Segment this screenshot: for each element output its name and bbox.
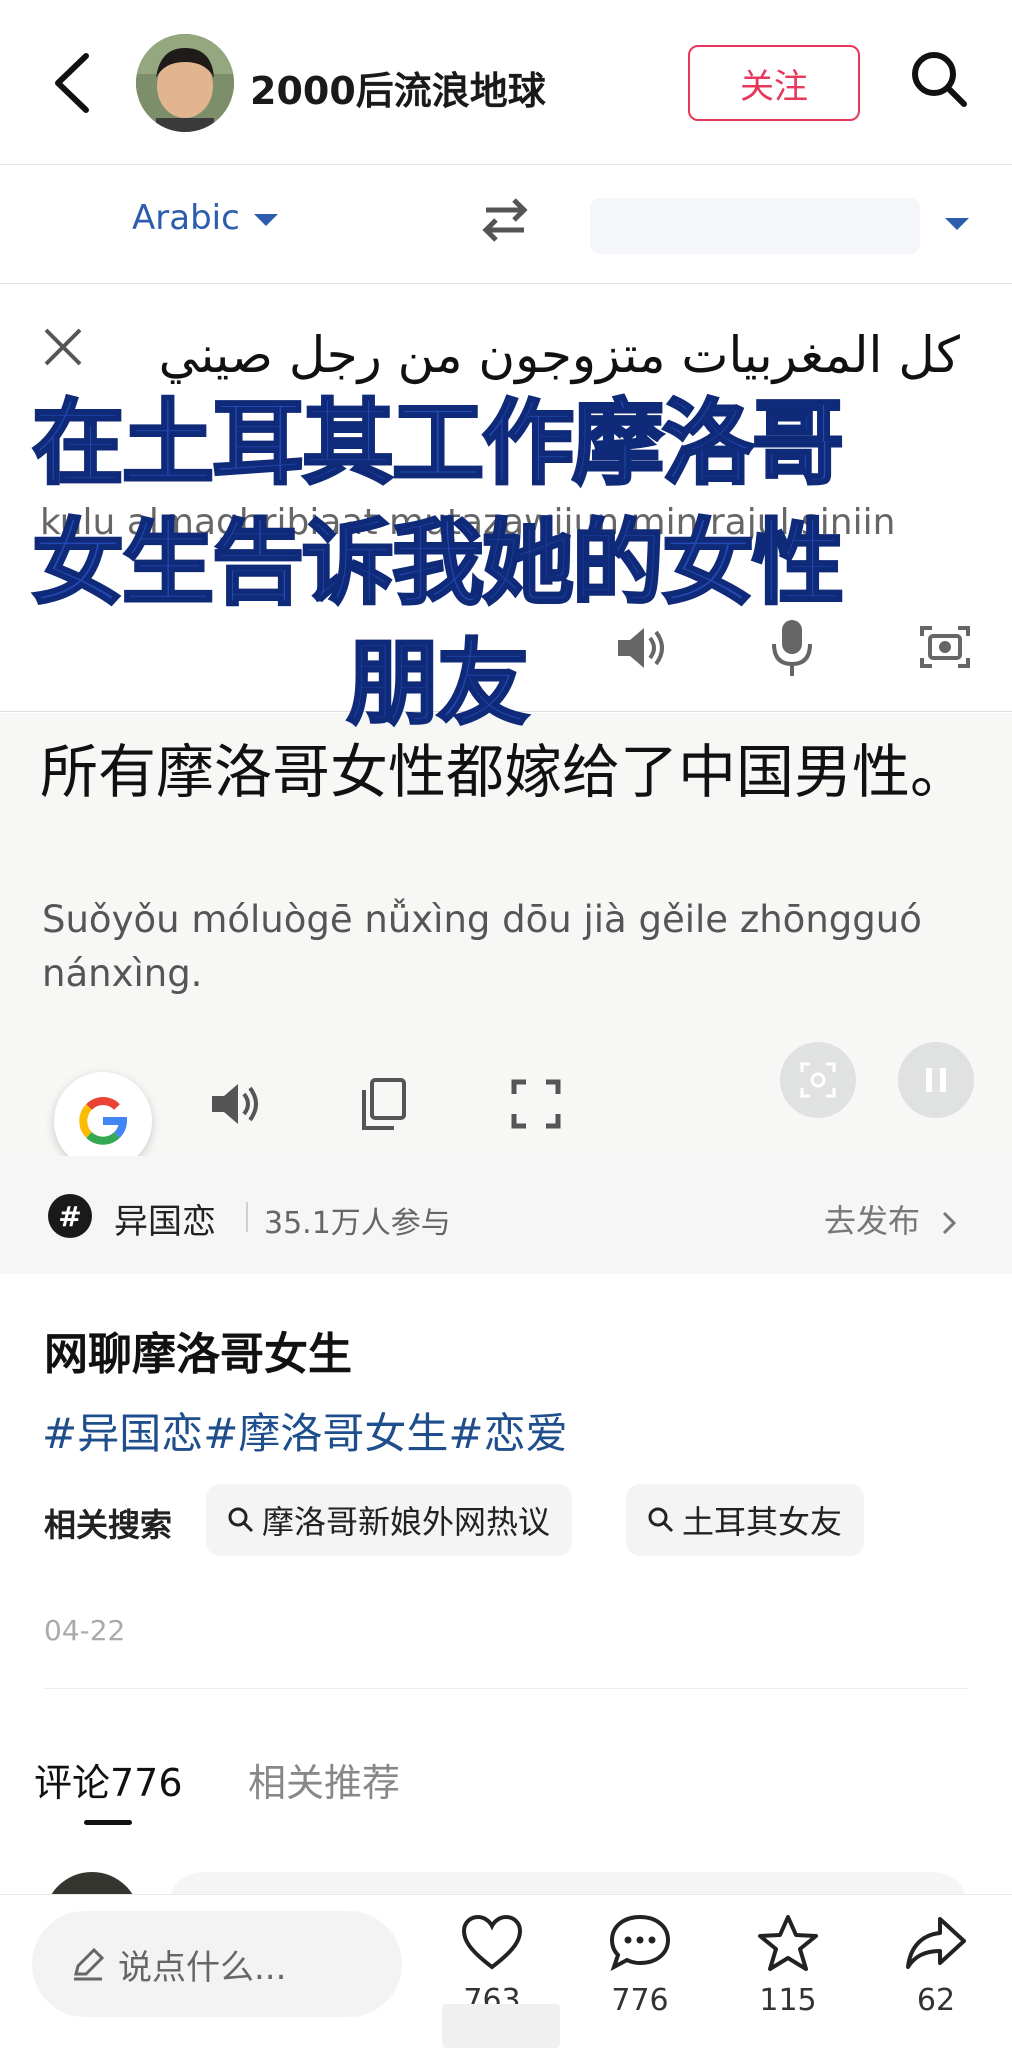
search-icon <box>648 1507 674 1533</box>
screenshot-lens-button[interactable] <box>780 1042 856 1118</box>
translation-output-text: 所有摩洛哥女性都嫁给了中国男性。 <box>40 738 969 806</box>
post-to-topic-link[interactable]: 去发布 <box>824 1196 960 1242</box>
microphone-icon[interactable] <box>768 616 816 680</box>
post-date: 04-22 <box>44 1614 126 1647</box>
copy-icon[interactable] <box>358 1076 410 1132</box>
topic-bar[interactable]: # 异国恋 35.1万人参与 去发布 <box>0 1156 1012 1274</box>
topic-name[interactable]: 异国恋 <box>114 1194 216 1243</box>
related-search-text: 摩洛哥新娘外网热议 <box>262 1503 551 1541</box>
divider <box>44 1688 968 1689</box>
comment-input[interactable]: 说点什么... <box>32 1911 402 2017</box>
tab-comments[interactable]: 评论776 <box>34 1752 183 1807</box>
transliteration-text: kulu almaghribiaat mutazawijun min rajul… <box>40 502 896 543</box>
divider <box>246 1202 248 1232</box>
comment-bubble-icon <box>609 1914 671 1972</box>
caret-down-icon <box>253 213 278 226</box>
author-avatar[interactable] <box>136 34 234 132</box>
share-button[interactable]: 62 <box>886 1913 986 2018</box>
share-arrow-icon <box>906 1917 966 1969</box>
related-search-text: 土耳其女友 <box>682 1503 843 1541</box>
like-button[interactable]: 763 <box>442 1913 542 2018</box>
caret-down-icon[interactable] <box>945 218 969 230</box>
related-search-chip[interactable]: 摩洛哥新娘外网热议 <box>206 1484 573 1556</box>
favorite-button[interactable]: 115 <box>738 1913 838 2018</box>
search-icon <box>228 1507 254 1533</box>
chevron-right-icon <box>943 1211 957 1235</box>
post-to-topic-label: 去发布 <box>824 1202 921 1240</box>
search-icon[interactable] <box>908 48 970 110</box>
lens-icon <box>800 1062 836 1098</box>
active-tab-indicator <box>84 1820 132 1825</box>
speaker-icon[interactable] <box>206 1076 262 1132</box>
post-title: 网聊摩洛哥女生 <box>44 1329 352 1380</box>
comment-input-placeholder: 说点什么... <box>118 1947 287 1988</box>
favorite-count: 115 <box>759 1983 817 2018</box>
comment-count: 776 <box>611 1983 669 2018</box>
share-count: 62 <box>916 1983 956 2018</box>
source-text-area: كل المغربيات متزوجون من رجل صيني kulu al… <box>0 284 1012 712</box>
translation-output-area: 所有摩洛哥女性都嫁给了中国男性。 Suǒyǒu móluògē nǚxìng d… <box>0 713 1012 1156</box>
heart-icon <box>461 1914 523 1970</box>
pause-icon <box>926 1068 946 1092</box>
source-language-selector[interactable]: Arabic <box>132 198 278 238</box>
pause-button[interactable] <box>898 1042 974 1118</box>
source-arabic-text[interactable]: كل المغربيات متزوجون من رجل صيني <box>120 312 960 398</box>
swap-languages-icon[interactable] <box>478 194 532 244</box>
author-name[interactable]: 2000后流浪地球 <box>250 60 546 115</box>
follow-button[interactable]: 关注 <box>688 45 860 121</box>
tab-related-recommendations[interactable]: 相关推荐 <box>248 1752 400 1807</box>
hashtag-icon: # <box>48 1194 92 1238</box>
source-language-label: Arabic <box>132 198 240 238</box>
post-hashtags[interactable]: #异国恋#摩洛哥女生#恋爱 <box>42 1400 568 1461</box>
back-chevron-icon[interactable] <box>50 50 94 116</box>
pencil-icon <box>74 1947 105 1981</box>
related-search-chip[interactable]: 土耳其女友 <box>626 1484 865 1556</box>
related-search-label: 相关搜索 <box>44 1506 173 1544</box>
comment-button[interactable]: 776 <box>590 1913 690 2018</box>
target-language-selector-blurred[interactable] <box>590 198 920 254</box>
language-bar: Arabic <box>0 166 1012 284</box>
translate-screenshot: Arabic كل المغربيات متزوجون من رجل صيني … <box>0 166 1012 1156</box>
topic-participant-count: 35.1万人参与 <box>264 1206 451 1241</box>
top-nav-bar: 2000后流浪地球 关注 <box>0 0 1012 165</box>
camera-icon[interactable] <box>918 620 972 674</box>
fullscreen-icon[interactable] <box>508 1076 564 1132</box>
close-icon[interactable] <box>40 324 86 370</box>
google-g-icon <box>79 1097 128 1145</box>
pinyin-text: Suǒyǒu móluògē nǚxìng dōu jià gěile zhōn… <box>42 898 922 995</box>
star-icon <box>758 1915 818 1971</box>
home-indicator <box>442 2004 560 2048</box>
speaker-icon[interactable] <box>612 620 668 676</box>
